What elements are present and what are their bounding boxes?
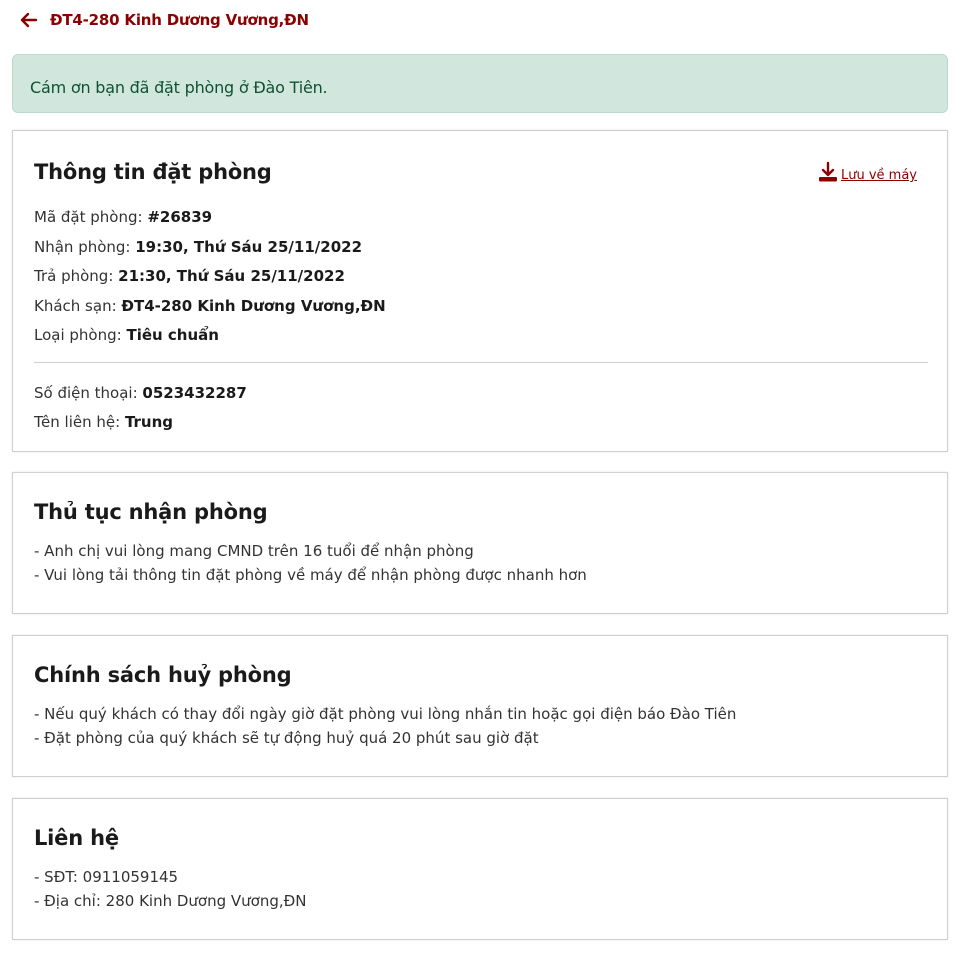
divider bbox=[34, 361, 928, 363]
hotel-value: ĐT4-280 Kinh Dương Vương,ĐN bbox=[121, 296, 386, 315]
hotel-label: Khách sạn: bbox=[34, 296, 122, 315]
room-type-row: Loại phòng: Tiêu chuẩn bbox=[34, 321, 928, 351]
save-to-device-link[interactable]: Lưu về máy bbox=[817, 161, 917, 183]
cancel-policy-title: Chính sách huỷ phòng bbox=[34, 663, 292, 687]
back-link[interactable]: ĐT4-280 Kinh Dương Vương,ĐN bbox=[20, 8, 309, 32]
phone-value: 0523432287 bbox=[142, 383, 247, 402]
cancel-policy-card: Chính sách huỷ phòng - Nếu quý khách có … bbox=[12, 635, 948, 777]
checkin-label: Nhận phòng: bbox=[34, 237, 136, 256]
save-to-device-label[interactable]: Lưu về máy bbox=[841, 168, 917, 183]
checkin-procedure-card: Thủ tục nhận phòng - Anh chị vui lòng ma… bbox=[12, 472, 948, 614]
booking-info-card: Thông tin đặt phòng Lưu về máy Mã đặt ph… bbox=[12, 130, 948, 452]
hotel-row: Khách sạn: ĐT4-280 Kinh Dương Vương,ĐN bbox=[34, 292, 928, 322]
booking-info-title: Thông tin đặt phòng bbox=[34, 160, 272, 184]
cancel-policy-list: - Nếu quý khách có thay đổi ngày giờ đặt… bbox=[34, 702, 736, 750]
booking-code-row: Mã đặt phòng: #26839 bbox=[34, 203, 928, 233]
checkout-row: Trả phòng: 21:30, Thứ Sáu 25/11/2022 bbox=[34, 262, 928, 292]
alert-message: Cám ơn bạn đã đặt phòng ở Đào Tiên. bbox=[30, 78, 328, 97]
booking-code-label: Mã đặt phòng: bbox=[34, 208, 148, 226]
contact-name-value: Trung bbox=[124, 413, 174, 431]
booking-code-value: #26839 bbox=[147, 208, 213, 226]
contact-list: - SĐT: 0911059145 - Địa chỉ: 280 Kinh Dư… bbox=[34, 865, 306, 913]
download-icon[interactable] bbox=[817, 161, 839, 183]
list-item: - Đặt phòng của quý khách sẽ tự động huỷ… bbox=[34, 729, 539, 747]
contact-phone: - SĐT: 0911059145 bbox=[34, 868, 179, 886]
room-type-label: Loại phòng: bbox=[34, 326, 127, 344]
contact-address: - Địa chỉ: 280 Kinh Dương Vương,ĐN bbox=[34, 892, 307, 910]
list-item: - Nếu quý khách có thay đổi ngày giờ đặt… bbox=[34, 705, 737, 723]
page-title[interactable]: ĐT4-280 Kinh Dương Vương,ĐN bbox=[50, 11, 309, 29]
checkin-row: Nhận phòng: 19:30, Thứ Sáu 25/11/2022 bbox=[34, 233, 928, 263]
arrow-left-icon[interactable] bbox=[20, 11, 38, 29]
contact-name-label: Tên liên hệ: bbox=[34, 413, 125, 431]
checkout-label: Trả phòng: bbox=[34, 267, 119, 285]
contact-title: Liên hệ bbox=[34, 826, 119, 850]
phone-label: Số điện thoại: bbox=[34, 383, 143, 402]
phone-row: Số điện thoại: 0523432287 bbox=[34, 379, 928, 409]
contact-name-row: Tên liên hệ: Trung bbox=[34, 408, 928, 438]
booking-details: Mã đặt phòng: #26839 Nhận phòng: 19:30, … bbox=[34, 203, 928, 438]
list-item: - Anh chị vui lòng mang CMND trên 16 tuổ… bbox=[34, 542, 474, 560]
checkin-value: 19:30, Thứ Sáu 25/11/2022 bbox=[135, 237, 363, 256]
room-type-value: Tiêu chuẩn bbox=[126, 326, 219, 344]
success-alert: Cám ơn bạn đã đặt phòng ở Đào Tiên. bbox=[12, 54, 948, 113]
list-item: - Vui lòng tải thông tin đặt phòng về má… bbox=[34, 566, 587, 584]
contact-card: Liên hệ - SĐT: 0911059145 - Địa chỉ: 280… bbox=[12, 798, 948, 940]
checkout-value: 21:30, Thứ Sáu 25/11/2022 bbox=[118, 267, 345, 285]
checkin-procedure-title: Thủ tục nhận phòng bbox=[34, 500, 268, 524]
checkin-procedure-list: - Anh chị vui lòng mang CMND trên 16 tuổ… bbox=[34, 539, 587, 587]
